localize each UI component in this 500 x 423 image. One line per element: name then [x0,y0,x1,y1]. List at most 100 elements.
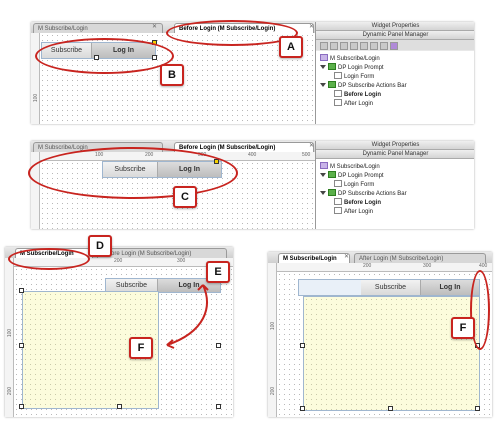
tree-item-login-form[interactable]: Login Form [334,72,374,81]
tree-item-dp-subscribe-actions-bar[interactable]: DP Subscribe Actions Bar [320,189,407,198]
dynamic-panel-manager-header[interactable]: Dynamic Panel Manager [316,150,474,159]
callout-c: C [173,186,197,208]
state-icon [334,90,342,97]
dynamic-panel-icon [328,63,336,70]
close-icon[interactable]: ✕ [152,23,157,30]
expand-triangle-icon[interactable] [320,65,326,69]
selection-handle[interactable] [216,343,221,348]
ruler-label: 100 [270,321,277,331]
toolbar-icon[interactable] [380,42,388,50]
tab-label: Before Login (M Subscribe/Login) [102,251,192,257]
header-title: Widget Properties [371,23,420,29]
callout-letter: E [214,266,222,278]
ruler-label: 400 [248,152,257,158]
close-icon[interactable]: ✕ [309,142,314,149]
ruler-label: 100 [7,328,14,338]
ruler-label: 100 [33,93,40,103]
callout-letter: F [459,322,467,334]
expand-triangle-icon[interactable] [320,83,326,87]
login-prompt-panel[interactable] [303,296,480,411]
tab-before-login[interactable]: Before Login (M Subscribe/Login) [97,248,227,258]
close-icon[interactable]: ✕ [309,23,314,30]
tab-label: After Login (M Subscribe/Login) [359,256,444,262]
dynamic-panel-manager-header[interactable]: Dynamic Panel Manager [316,31,474,40]
selection-handle[interactable] [117,404,122,409]
expand-triangle-icon[interactable] [320,173,326,177]
tree-item-after-login[interactable]: After Login [334,99,373,108]
widget-properties-header[interactable]: Widget Properties [316,22,474,31]
vertical-ruler: 100 [31,33,40,124]
dynamic-panel-icon [328,81,336,88]
tab-label: M Subscribe/Login [283,256,337,262]
horizontal-ruler: 200 300 400 [277,263,492,272]
toolbar-icon[interactable] [370,42,378,50]
ruler-label: 300 [177,258,186,264]
selection-handle[interactable] [216,404,221,409]
highlight-oval-d [8,248,90,270]
tab-after-login[interactable]: After Login (M Subscribe/Login) [354,253,486,263]
subscribe-label: Subscribe [115,282,148,289]
callout-b: B [160,64,184,86]
widget-properties-header[interactable]: Widget Properties [316,141,474,150]
bar-empty-area [299,280,361,295]
toolbar-icon[interactable] [360,42,368,50]
tree-item-dp-login-prompt[interactable]: DP Login Prompt [320,171,384,180]
tree-item-before-login[interactable]: Before Login [334,198,381,207]
tree-item-dp-subscribe-actions-bar[interactable]: DP Subscribe Actions Bar [320,81,407,90]
callout-letter: C [181,191,189,203]
tab-m-subscribe-login[interactable]: M Subscribe/Login [278,253,350,263]
toolbar-icon[interactable] [350,42,358,50]
toolbar-icon[interactable] [330,42,338,50]
sidebar: Widget Properties Dynamic Panel Manager … [315,141,474,229]
selection-handle[interactable] [388,406,393,411]
selection-handle[interactable] [19,404,24,409]
ruler-label: 400 [479,263,488,269]
tree-label: Login Form [344,182,375,188]
tree-item-page[interactable]: M Subscribe/Login [320,162,380,171]
ruler-label: 200 [363,263,372,269]
selection-handle[interactable] [300,406,305,411]
tree-item-dp-login-prompt[interactable]: DP Login Prompt [320,63,384,72]
close-icon[interactable]: ✕ [344,253,349,260]
selection-handle[interactable] [19,288,24,293]
expand-triangle-icon[interactable] [320,191,326,195]
ruler-label: 300 [423,263,432,269]
header-title: Dynamic Panel Manager [362,32,429,38]
selection-handle[interactable] [19,343,24,348]
tree-label: DP Subscribe Actions Bar [338,191,407,197]
page-icon [320,54,328,61]
header-title: Dynamic Panel Manager [362,151,429,157]
subscribe-button[interactable]: Subscribe [361,280,421,295]
tree-label: Before Login [344,92,381,98]
tree-label: DP Subscribe Actions Bar [338,83,407,89]
tree-item-page[interactable]: M Subscribe/Login [320,54,380,63]
sidebar-toolbar [316,40,474,50]
login-label: Log In [439,284,461,291]
tree-label: After Login [344,209,374,215]
dynamic-panel-icon [328,171,336,178]
subscribe-label: Subscribe [374,284,407,291]
tree-item-after-login[interactable]: After Login [334,207,373,216]
tab-m-subscribe-login[interactable]: M Subscribe/Login [33,23,163,33]
state-icon [334,207,342,214]
state-icon [334,72,342,79]
toolbar-icon[interactable] [320,42,328,50]
ruler-label: 500 [302,152,311,158]
tab-before-login[interactable]: Before Login (M Subscribe/Login) [174,142,314,152]
tab-label: M Subscribe/Login [38,26,88,32]
tree-label: M Subscribe/Login [330,164,380,170]
state-icon [334,180,342,187]
callout-a: A [279,36,303,58]
toolbar-icon[interactable] [390,42,398,50]
tree-label: Login Form [344,74,375,80]
selection-handle[interactable] [475,406,480,411]
tree-label: DP Login Prompt [338,173,384,179]
callout-letter: F [137,342,145,354]
selection-handle[interactable] [300,343,305,348]
vertical-ruler: 100 200 [5,258,14,417]
callout-letter: A [287,41,295,53]
callout-e: E [206,261,230,283]
toolbar-icon[interactable] [340,42,348,50]
tree-item-before-login[interactable]: Before Login [334,90,381,99]
tree-item-login-form[interactable]: Login Form [334,180,374,189]
